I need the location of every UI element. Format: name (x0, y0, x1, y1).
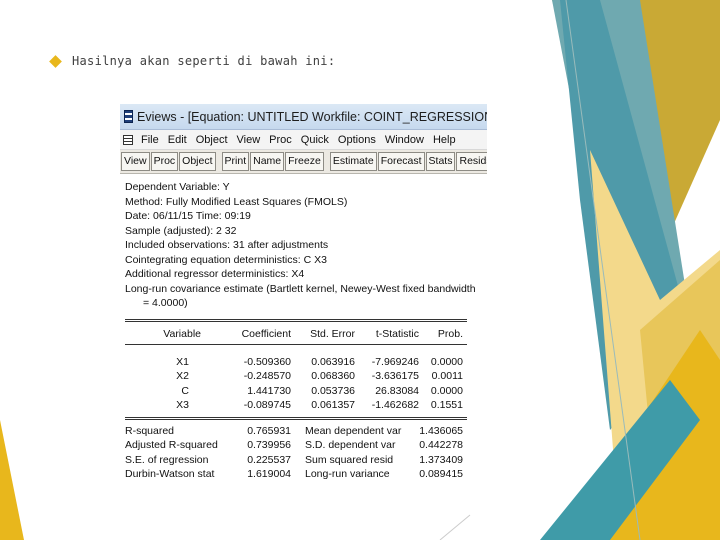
header-line: Long-run covariance estimate (Bartlett k… (125, 282, 476, 295)
coefficient-cell: -0.248570 (243, 370, 291, 383)
menu-object[interactable]: Object (196, 134, 228, 146)
menu-proc[interactable]: Proc (269, 134, 292, 146)
table-row: Adjusted R-squared 0.739956 S.D. depende… (125, 438, 463, 453)
name-button[interactable]: Name (250, 152, 285, 171)
column-header: Std. Error (310, 327, 355, 340)
table-rule (125, 318, 467, 322)
freeze-button[interactable]: Freeze (285, 152, 324, 171)
summary-stats-table: R-squared 0.765931 Mean dependent var 1.… (125, 424, 463, 482)
menu-options[interactable]: Options (338, 134, 376, 146)
estimate-button[interactable]: Estimate (329, 152, 377, 171)
column-header: t-Statistic (375, 327, 419, 340)
variable-cell: X1 (176, 355, 189, 368)
variable-cell: C (181, 384, 189, 397)
std-error-cell: 0.053736 (311, 384, 355, 397)
stat-label: Adjusted R-squared (125, 439, 218, 452)
proc-button[interactable]: Proc (150, 152, 179, 171)
std-error-cell: 0.068360 (311, 370, 355, 383)
header-line: Method: Fully Modified Least Squares (FM… (125, 195, 348, 208)
header-line: Cointegrating equation deterministics: C… (125, 253, 327, 266)
resids-button[interactable]: Resids (456, 152, 487, 171)
header-line: Dependent Variable: Y (125, 181, 230, 193)
diamond-bullet-icon (49, 54, 62, 68)
system-menu-icon[interactable] (123, 134, 133, 145)
menu-view[interactable]: View (237, 134, 261, 146)
t-statistic-cell: -7.969246 (371, 355, 419, 368)
print-button[interactable]: Print (221, 152, 250, 171)
forecast-button[interactable]: Forecast (377, 152, 425, 171)
equation-toolbar: View Proc Object Print Name Freeze Estim… (120, 150, 487, 174)
t-statistic-cell: -1.462682 (371, 399, 419, 412)
t-statistic-cell: 26.83084 (375, 384, 419, 397)
std-error-cell: 0.063916 (311, 355, 355, 368)
object-button[interactable]: Object (179, 152, 216, 171)
header-line: Date: 06/11/15 Time: 09:19 (125, 210, 251, 222)
bullet-text: Hasilnya akan seperti di bawah ini: (72, 54, 336, 68)
header-line: Sample (adjusted): 2 32 (125, 224, 237, 237)
stats-button[interactable]: Stats (425, 152, 456, 171)
stat-value: 0.765931 (247, 424, 291, 437)
stat-label: Long-run variance (305, 468, 390, 481)
column-header: Variable (163, 327, 201, 340)
coefficient-table: Variable Coefficient Std. Error t-Statis… (125, 324, 463, 344)
stat-label: Sum squared resid (305, 453, 394, 466)
coefficient-header-row: Variable Coefficient Std. Error t-Statis… (125, 324, 463, 344)
eviews-logo-icon (124, 110, 133, 123)
stat-value: 0.225537 (247, 453, 291, 466)
menu-edit[interactable]: Edit (168, 134, 187, 146)
std-error-cell: 0.061357 (311, 399, 355, 412)
eviews-window: Eviews - [Equation: UNTITLED Workfile: C… (120, 104, 487, 500)
table-row: X1 -0.509360 0.063916 -7.969246 0.0000 (125, 355, 463, 370)
stat-label: Durbin-Watson stat (125, 468, 215, 481)
table-row: Durbin-Watson stat 1.619004 Long-run var… (125, 467, 463, 482)
variable-cell: X3 (176, 399, 189, 412)
stat-value: 0.442278 (419, 439, 463, 452)
bullet-item: Hasilnya akan seperti di bawah ini: (48, 52, 335, 70)
prob-cell: 0.0000 (430, 355, 463, 368)
coefficient-cell: -0.089745 (243, 399, 291, 412)
variable-cell: X2 (176, 370, 189, 383)
stat-label: Mean dependent var (305, 424, 402, 437)
header-line: Included observations: 31 after adjustme… (125, 239, 329, 251)
view-button[interactable]: View (121, 152, 150, 171)
stat-value: 1.436065 (419, 424, 463, 437)
coefficient-cell: -0.509360 (243, 355, 291, 368)
stat-label: S.E. of regression (125, 453, 209, 466)
table-row: X3 -0.089745 0.061357 -1.462682 0.1551 (125, 398, 463, 413)
stat-value: 0.739956 (247, 439, 291, 452)
column-header: Prob. (437, 327, 463, 340)
menu-help[interactable]: Help (433, 134, 456, 146)
stat-label: S.D. dependent var (305, 439, 396, 452)
table-row: S.E. of regression 0.225537 Sum squared … (125, 453, 463, 468)
table-row: R-squared 0.765931 Mean dependent var 1.… (125, 424, 463, 439)
coefficient-rows: X1 -0.509360 0.063916 -7.969246 0.0000 X… (125, 355, 463, 413)
table-row: C 1.441730 0.053736 26.83084 0.0000 (125, 384, 463, 399)
estimation-output: Dependent Variable: Y Method: Fully Modi… (120, 174, 487, 482)
window-title: Eviews - [Equation: UNTITLED Workfile: C… (137, 109, 487, 124)
prob-cell: 0.1551 (430, 399, 463, 412)
header-line: = 4.0000) (143, 297, 188, 309)
stat-value: 1.373409 (419, 453, 463, 466)
stat-value: 1.619004 (247, 468, 291, 481)
menu-quick[interactable]: Quick (301, 134, 329, 146)
stat-label: R-squared (125, 424, 175, 437)
header-line: Additional regressor deterministics: X4 (125, 268, 305, 280)
t-statistic-cell: -3.636175 (371, 370, 419, 383)
column-header: Coefficient (241, 327, 291, 340)
prob-cell: 0.0000 (430, 384, 463, 397)
eviews-title-bar[interactable]: Eviews - [Equation: UNTITLED Workfile: C… (120, 104, 487, 130)
coefficient-cell: 1.441730 (247, 384, 291, 397)
menu-bar: File Edit Object View Proc Quick Options… (120, 130, 487, 150)
menu-file[interactable]: File (141, 134, 159, 146)
prob-cell: 0.0011 (431, 370, 463, 383)
menu-window[interactable]: Window (385, 134, 424, 146)
stat-value: 0.089415 (419, 468, 463, 481)
table-row: X2 -0.248570 0.068360 -3.636175 0.0011 (125, 369, 463, 384)
